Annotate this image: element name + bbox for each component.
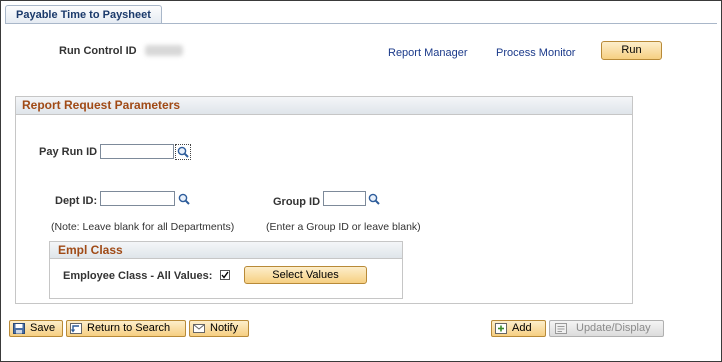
report-manager-link[interactable]: Report Manager <box>388 47 468 59</box>
group-id-lookup-icon[interactable] <box>367 192 381 206</box>
return-arrow-icon <box>70 323 82 334</box>
employee-class-all-values-label: Employee Class - All Values: <box>63 270 213 282</box>
dept-id-label: Dept ID: <box>55 195 98 207</box>
notify-label: Notify <box>210 322 239 334</box>
dept-id-input[interactable] <box>100 191 175 206</box>
employee-class-all-values-checkbox[interactable] <box>220 270 230 280</box>
add-icon <box>495 323 507 334</box>
process-monitor-link[interactable]: Process Monitor <box>496 47 575 59</box>
checkmark-icon <box>221 271 229 279</box>
dept-id-note: (Note: Leave blank for all Departments) <box>51 221 235 233</box>
save-icon <box>13 323 25 334</box>
dept-id-lookup-icon[interactable] <box>177 192 191 206</box>
run-button[interactable]: Run <box>601 41 662 60</box>
report-request-parameters-title: Report Request Parameters <box>16 97 632 115</box>
notify-button[interactable]: Notify <box>189 320 249 337</box>
pay-run-id-input[interactable] <box>100 144 174 159</box>
pay-run-id-lookup-icon[interactable] <box>175 144 191 160</box>
group-id-note: (Enter a Group ID or leave blank) <box>266 221 421 233</box>
add-button[interactable]: Add <box>491 320 546 337</box>
group-id-label: Group ID <box>273 196 321 208</box>
group-id-input[interactable] <box>323 191 366 206</box>
save-label: Save <box>30 322 56 334</box>
save-button[interactable]: Save <box>9 320 63 337</box>
return-to-search-button[interactable]: Return to Search <box>66 320 186 337</box>
run-control-id-value <box>145 45 183 56</box>
page-frame: Payable Time to Paysheet Run Control ID … <box>0 0 722 362</box>
update-display-button[interactable]: Update/Display <box>549 320 664 337</box>
notify-envelope-icon <box>193 324 205 333</box>
update-display-label: Update/Display <box>576 322 651 334</box>
run-control-id-label: Run Control ID <box>59 45 137 57</box>
pay-run-id-label: Pay Run ID <box>39 146 98 158</box>
select-values-button[interactable]: Select Values <box>244 266 367 284</box>
tab-payable-time-to-paysheet[interactable]: Payable Time to Paysheet <box>5 5 162 24</box>
tab-underline <box>5 23 717 24</box>
add-label: Add <box>512 322 532 334</box>
return-to-search-label: Return to Search <box>87 322 171 334</box>
update-display-icon <box>555 323 567 334</box>
empl-class-title: Empl Class <box>50 242 402 259</box>
